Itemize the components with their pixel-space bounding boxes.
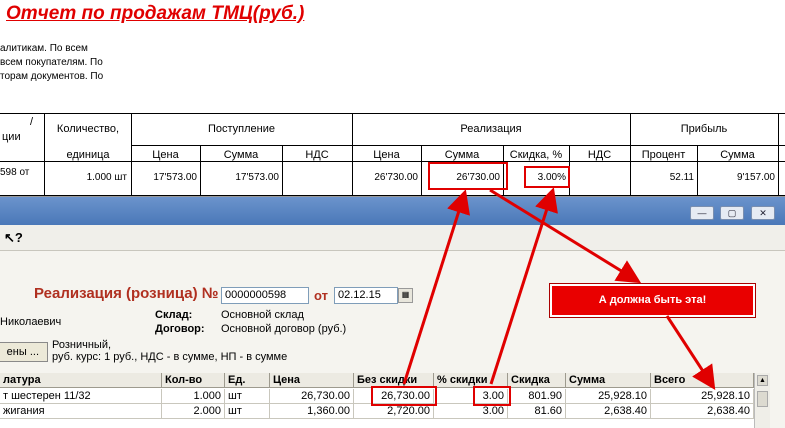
profit-pct-header: Процент — [641, 149, 686, 161]
scroll-thumb[interactable] — [757, 391, 768, 407]
annotation-callout: А должна быть эта! — [549, 283, 756, 318]
out-vat-header: НДС — [587, 149, 612, 161]
calendar-icon[interactable]: ▦ — [398, 288, 413, 303]
price-type: Розничный, — [52, 339, 112, 351]
out-sum-header: Сумма — [444, 149, 480, 161]
qty-header-a: Количество, — [56, 123, 120, 135]
date-label: от — [314, 288, 328, 303]
row-document: 598 от — [0, 167, 30, 178]
col-price[interactable]: Цена — [270, 373, 354, 388]
report-title: Отчет по продажам ТМЦ(руб.) — [6, 3, 305, 24]
responsible-person: Николаевич — [0, 316, 62, 328]
toolbar: ↖? — [0, 225, 785, 251]
window-title-bar[interactable]: — ▢ ✕ — [0, 197, 785, 225]
qty-header-b: единица — [66, 149, 110, 161]
col-nomen-header-b: ции — [2, 131, 21, 143]
document-number-field[interactable]: 0000000598 — [221, 287, 309, 304]
price-info: руб. курс: 1 руб., НДС - в сумме, НП - в… — [52, 351, 288, 363]
highlight-out-discount — [524, 166, 570, 188]
col-sum[interactable]: Сумма — [566, 373, 651, 388]
warehouse-label: Склад: — [155, 309, 193, 321]
col-unit[interactable]: Ед. — [225, 373, 270, 388]
receipt-group-header: Поступление — [207, 123, 275, 135]
help-pointer-icon[interactable]: ↖? — [4, 230, 23, 246]
profit-sum-header: Сумма — [720, 149, 755, 161]
maximize-icon[interactable]: ▢ — [720, 206, 744, 220]
col-qty[interactable]: Кол-во — [162, 373, 225, 388]
profit-group-header: Прибыль — [680, 123, 728, 135]
row-profit-sum: 9'157.00 — [736, 172, 775, 183]
report-table: / ции Количество, единица Поступление Ре… — [0, 113, 785, 196]
row-in-price: 17'573.00 — [153, 172, 197, 183]
row-profit-pct: 52.11 — [669, 172, 694, 183]
col-nomen-header-a: / — [30, 116, 34, 128]
in-vat-header: НДС — [305, 149, 329, 161]
scroll-up-icon[interactable]: ▲ — [757, 375, 768, 386]
out-discount-header: Скидка, % — [509, 149, 563, 161]
col-total[interactable]: Всего — [651, 373, 754, 388]
vertical-scrollbar[interactable]: ▲ — [754, 373, 770, 428]
row-in-sum: 17'573.00 — [235, 172, 279, 183]
in-price-header: Цена — [152, 149, 179, 161]
document-title: Реализация (розница) № — [34, 285, 219, 302]
row-out-price: 26'730.00 — [374, 172, 418, 183]
highlight-discount-pct — [473, 386, 511, 406]
minimize-icon[interactable]: — — [690, 206, 714, 220]
col-discount[interactable]: Скидка — [508, 373, 566, 388]
warehouse-value[interactable]: Основной склад — [221, 309, 304, 321]
close-icon[interactable]: ✕ — [751, 206, 775, 220]
col-nomenclature[interactable]: латура — [0, 373, 162, 388]
highlight-without-discount — [371, 386, 437, 406]
report-description: алитикам. По всем всем покупателям. По т… — [0, 43, 104, 82]
contract-value[interactable]: Основной договор (руб.) — [221, 323, 346, 335]
in-sum-header: Сумма — [223, 149, 259, 161]
row-qty: 1.000 шт — [86, 172, 127, 183]
contract-label: Договор: — [155, 323, 205, 335]
sale-group-header: Реализация — [460, 123, 522, 135]
sales-report: Отчет по продажам ТМЦ(руб.) алитикам. По… — [0, 0, 785, 200]
highlight-out-sum — [428, 162, 508, 190]
prices-button[interactable]: ены ... — [0, 342, 48, 362]
out-price-header: Цена — [373, 149, 400, 161]
document-date-field[interactable]: 02.12.15 — [334, 287, 398, 304]
